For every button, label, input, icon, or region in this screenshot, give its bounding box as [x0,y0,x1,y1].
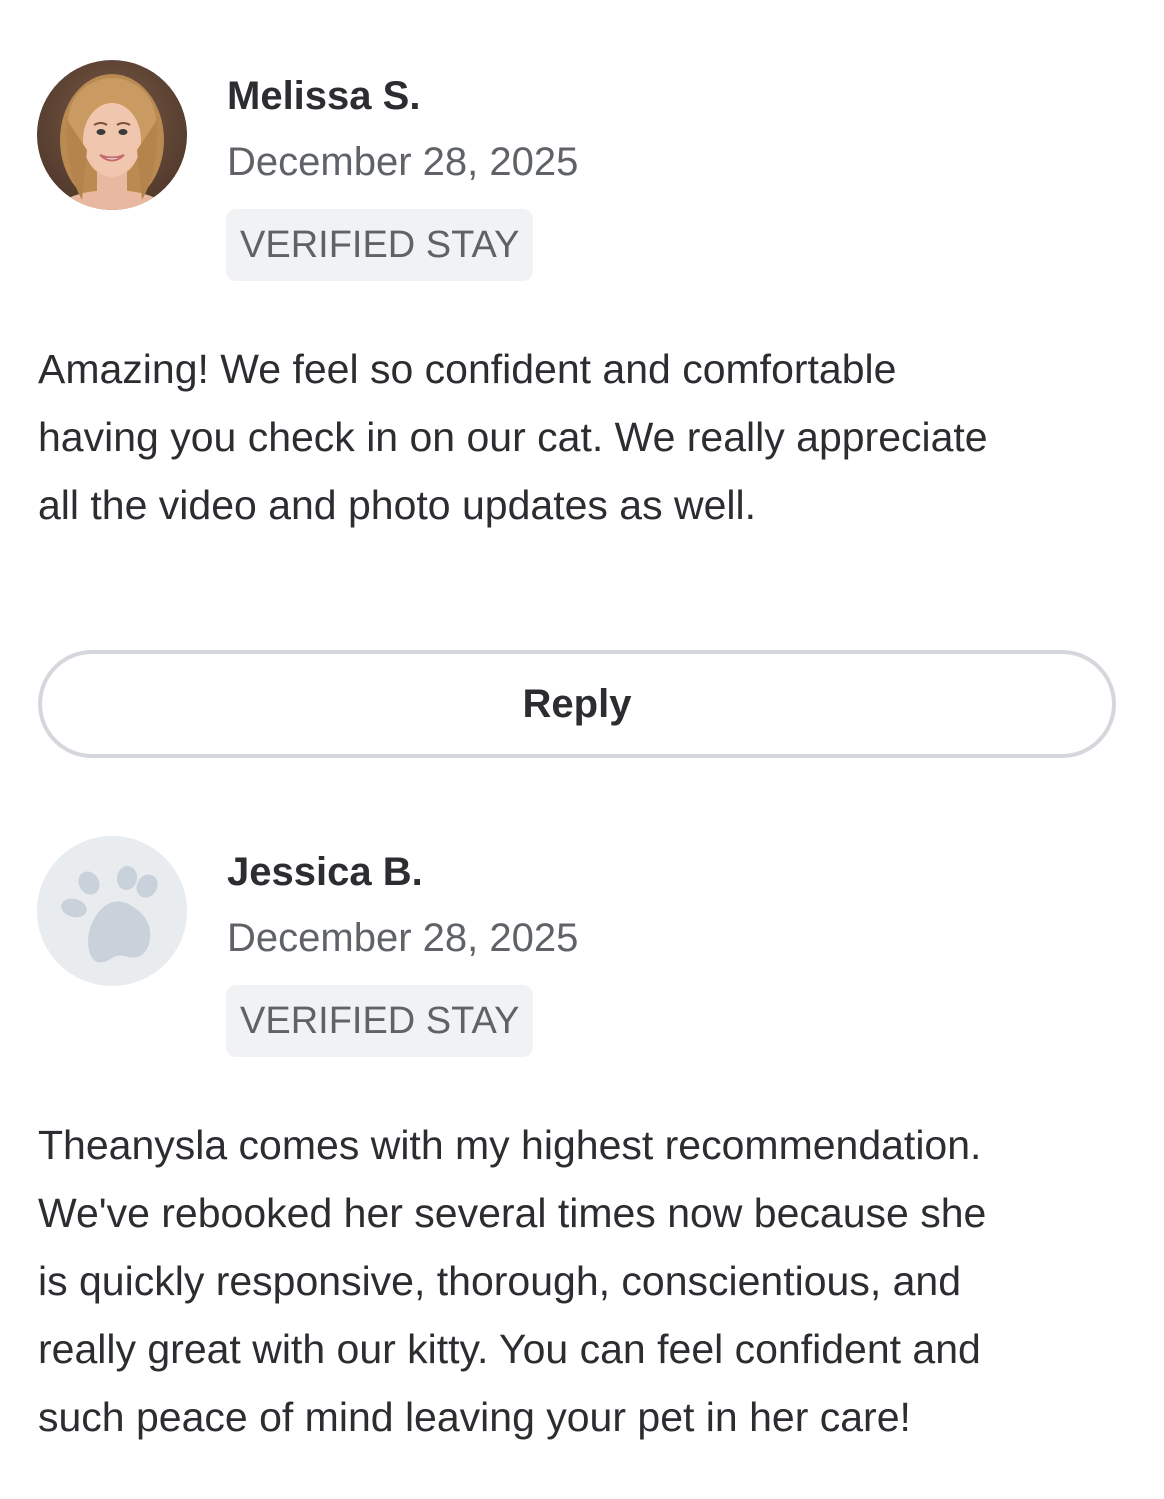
paw-icon [37,836,187,986]
reply-button[interactable]: Reply [38,650,1116,758]
verified-stay-badge: VERIFIED STAY [226,985,534,1057]
review-date: December 28, 2025 [227,916,579,960]
verified-stay-badge: VERIFIED STAY [226,209,534,281]
review-text: Theanysla comes with my highest recommen… [38,1111,1128,1451]
review-text: Amazing! We feel so confident and comfor… [38,335,1128,539]
reviewer-name: Melissa S. [227,74,421,118]
review-text-line: really great with our kitty. You can fee… [38,1326,981,1372]
review-date: December 28, 2025 [227,140,579,184]
review-text-line: We've rebooked her several times now bec… [38,1190,987,1236]
review-text-line: Theanysla comes with my highest recommen… [38,1122,982,1168]
review-text-line: is quickly responsive, thorough, conscie… [38,1258,962,1304]
reviewer-name: Jessica B. [227,850,423,894]
review-text-line: Amazing! We feel so confident and comfor… [38,346,897,392]
avatar[interactable] [37,60,187,210]
review-text-line: all the video and photo updates as well. [38,482,757,528]
review-text-line: having you check in on our cat. We reall… [38,414,988,460]
avatar[interactable] [37,836,187,986]
review-text-line: such peace of mind leaving your pet in h… [38,1394,911,1440]
profile-photo [37,60,187,210]
